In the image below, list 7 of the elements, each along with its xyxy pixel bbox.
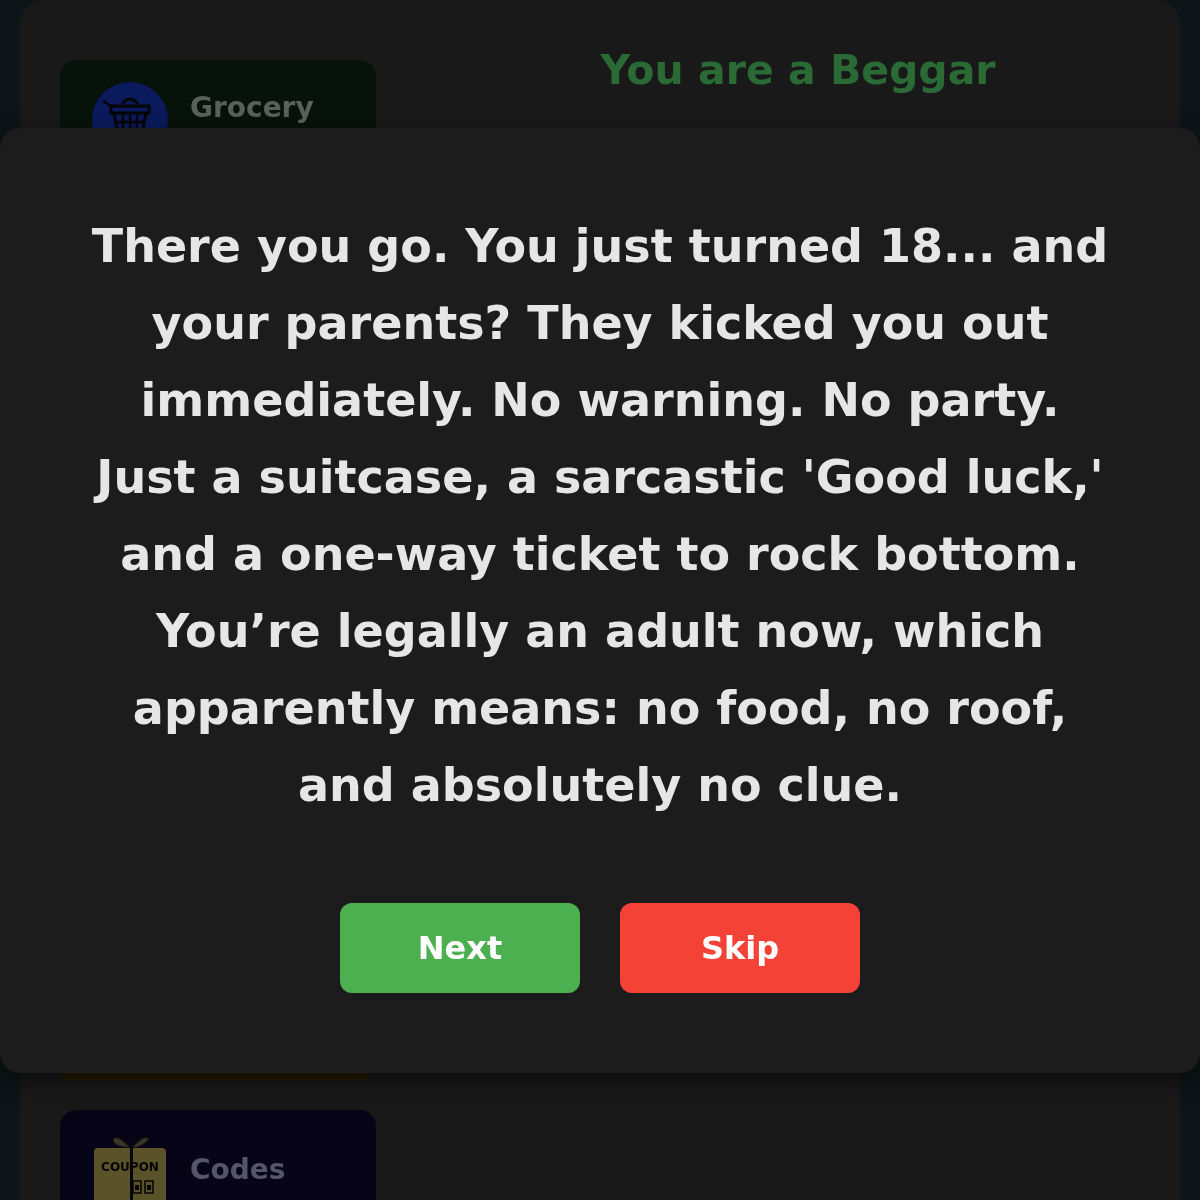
next-button[interactable]: Next (340, 903, 580, 993)
skip-button[interactable]: Skip (620, 903, 860, 993)
card-label: Grocery (190, 93, 314, 123)
dialog-message: There you go. You just turned 18... and your parents? They kicked you out immediately. No warning. No party. Just a suitcase, a sarcastic 'Good luck,' and a one-way ticket to rock bottom. You’re legally an adult now, which apparently means: no food, no roof, and absolutely no clue. (90, 218, 1110, 814)
page-heading: You are a Beggar (600, 48, 996, 92)
qr-code-icon (132, 1178, 154, 1194)
card-label: Codes (190, 1155, 286, 1185)
